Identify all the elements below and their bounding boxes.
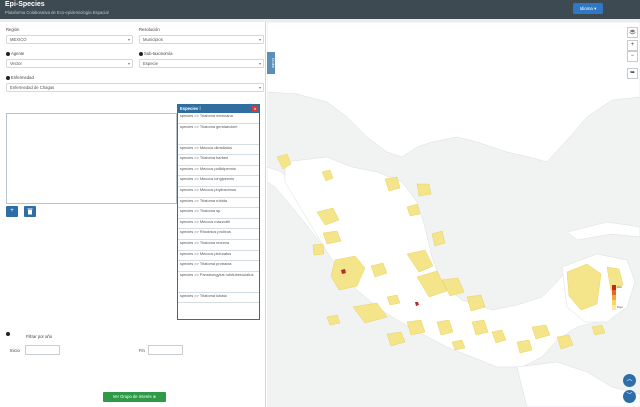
layers-icon (629, 29, 636, 35)
filter-info (6, 331, 11, 336)
info-icon[interactable] (6, 75, 10, 80)
zoom-out-button[interactable]: − (627, 51, 638, 62)
info-icon[interactable] (6, 331, 10, 336)
region-value: MEXICO (10, 37, 27, 42)
legend-label: Bajo (617, 305, 624, 309)
species-list-item[interactable]: species >> Meccus phyllosomus (178, 187, 259, 198)
agent-select[interactable]: Vector ▾ (6, 59, 133, 68)
language-button[interactable]: Idioma ▾ (573, 3, 603, 14)
legend-label: Alto (617, 285, 623, 289)
layers-icon[interactable] (627, 27, 638, 38)
species-list-item[interactable]: species >> Triatoma protracta (178, 261, 259, 272)
species-list-item[interactable]: species >> Triatoma gerstaeckeri (178, 124, 259, 145)
region-select[interactable]: MEXICO ▾ (6, 35, 133, 44)
close-icon[interactable]: × (252, 106, 258, 112)
land-cuba (566, 221, 640, 241)
species-list-item[interactable]: species >> Triatoma rubida (178, 198, 259, 209)
disease-value: Enfermedad de Chagas (10, 85, 55, 90)
app-title: Epi-Species (5, 1, 45, 8)
species-list-item[interactable]: species >> Meccus mazzottii (178, 219, 259, 230)
disease-label: Enfermedad (6, 75, 34, 80)
trash-icon[interactable] (24, 206, 36, 217)
interest-group-box[interactable] (6, 113, 177, 204)
disease-select[interactable]: Enfermedad de Chagas ▾ (6, 83, 264, 92)
land-central-america (516, 361, 640, 407)
species-list-item[interactable]: species >> Triatoma sp. (178, 208, 259, 219)
end-year-label: Fin (139, 348, 145, 353)
species-list-item[interactable]: species >> Meccus pallidipennis (178, 166, 259, 177)
resolution-label: Resolución (139, 27, 160, 32)
region-label: Región (6, 27, 20, 32)
species-list-item[interactable]: species >> Meccus picturatus (178, 251, 259, 262)
species-list-item[interactable]: species >> Meccus dimidiatus (178, 145, 259, 156)
plus-icon[interactable]: + (6, 206, 18, 217)
species-list-item[interactable]: species >> Rhodnius prolixus (178, 229, 259, 240)
agent-value: Vector (10, 61, 22, 66)
species-list-item[interactable]: species >> Triatoma barberi (178, 155, 259, 166)
resolution-select[interactable]: Municipios ▾ (139, 35, 264, 44)
species-panel-title: Especies ⁞ (180, 106, 201, 111)
map-svg (267, 22, 640, 407)
chevron-down-icon: ▾ (258, 85, 261, 90)
start-year-label: Inicio (10, 348, 20, 353)
end-year-input[interactable] (148, 345, 183, 355)
species-list-panel: Especies ⁞ × species >> Triatoma mexican… (177, 104, 260, 320)
year-filter-heading: Filtrar por año (26, 334, 53, 339)
chevron-down-icon: ▾ (127, 37, 130, 42)
species-list-item[interactable]: species >> Triatoma lubata (178, 293, 259, 304)
scroll-up-icon[interactable]: ︿ (623, 374, 636, 387)
zoom-in-button[interactable]: + (627, 40, 638, 51)
legend-item: Bajo (612, 305, 637, 310)
chevron-down-icon: ▾ (258, 61, 261, 66)
legend-swatch (612, 305, 616, 310)
land-usa (267, 22, 640, 163)
trash-icon (27, 208, 33, 215)
species-panel-header: Especies ⁞ × (178, 105, 259, 113)
scroll-down-icon[interactable]: ﹀ (623, 390, 636, 403)
info-icon[interactable] (139, 51, 143, 56)
start-year-input[interactable] (25, 345, 60, 355)
app-subtitle: Plataforma Colaborativa de Eco-epidemiol… (5, 10, 109, 15)
map-legend: Alto Bajo (612, 285, 637, 311)
chevron-down-icon: ▾ (127, 61, 130, 66)
resolution-value: Municipios (143, 37, 163, 42)
back-arrow-icon[interactable]: ➥ (627, 68, 638, 79)
species-list-item[interactable]: species >> Triatoma mexicana (178, 113, 259, 124)
chevron-down-icon: ▾ (258, 37, 261, 42)
species-list: species >> Triatoma mexicana species >> T… (178, 113, 259, 304)
species-list-item[interactable]: species >> Panstrongylus rufotuberculatu… (178, 272, 259, 293)
map-canvas[interactable] (267, 22, 640, 407)
subgroup-label: Sub-taxonomía (139, 51, 172, 56)
subgroup-value: Especie (143, 61, 158, 66)
top-navigation-bar: Epi-Species Plataforma Colaborativa de E… (0, 0, 640, 19)
subgroup-select[interactable]: Especie ▾ (139, 59, 264, 68)
species-list-item[interactable]: species >> Triatoma recurva (178, 240, 259, 251)
info-icon[interactable] (6, 51, 10, 56)
sidebar-toggle[interactable]: Ocultar (267, 52, 275, 74)
species-list-item[interactable]: species >> Meccus longipennis (178, 176, 259, 187)
agent-label: Agente (6, 51, 24, 56)
submit-interest-group-button[interactable]: Ver Grupo de Interés ⊕ (103, 392, 166, 402)
